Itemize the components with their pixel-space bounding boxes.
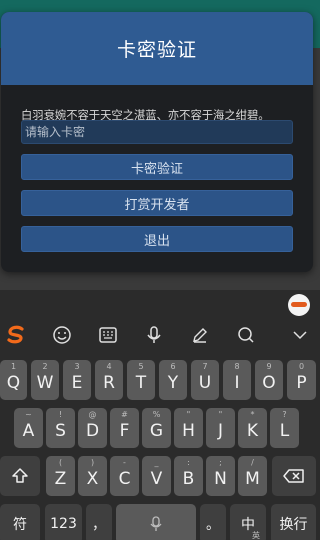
exit-button[interactable]: 退出 [21, 226, 293, 252]
key-p[interactable]: 0P [287, 360, 316, 400]
key-q[interactable]: 1Q [0, 360, 27, 400]
key-z[interactable]: (Z [46, 456, 75, 496]
language-alt-label: 英 [252, 531, 260, 540]
key-a[interactable]: ~ A [14, 408, 43, 448]
key-i[interactable]: 8I [223, 360, 251, 400]
numbers-key[interactable]: 123 [45, 504, 82, 540]
key-h[interactable]: " H [174, 408, 203, 448]
verify-button[interactable]: 卡密验证 [21, 154, 293, 180]
key-g[interactable]: % G [142, 408, 171, 448]
key-l[interactable]: ? L [270, 408, 299, 448]
key-m[interactable]: / M [238, 456, 267, 496]
card-key-input[interactable] [21, 120, 293, 144]
shift-key[interactable] [0, 456, 40, 496]
key-d[interactable]: @ D [78, 408, 107, 448]
reward-developer-button[interactable]: 打赏开发者 [21, 190, 293, 216]
soft-keyboard: 1Q 2W 3E 4R 5T 6Y 7U 8I 9O 0P ~ A ! S @ D #… [0, 290, 320, 540]
keyboard-icon[interactable] [94, 320, 122, 350]
key-j[interactable]: " J [206, 408, 235, 448]
symbol-key[interactable]: 符 [0, 504, 40, 540]
language-switch-key[interactable]: 中 英 [230, 504, 266, 540]
key-x[interactable]: ) X [78, 456, 107, 496]
space-key[interactable] [116, 504, 196, 540]
shift-icon [12, 468, 28, 483]
key-v[interactable]: _ V [142, 456, 171, 496]
card-verify-dialog: 卡密验证 白羽衰婉不容于天空之湛蓝、亦不容于海之绀碧。 卡密验证 打赏开发者 退… [1, 12, 313, 272]
key-y[interactable]: 6Y [159, 360, 187, 400]
backspace-key[interactable] [272, 456, 316, 496]
key-k[interactable]: * K [238, 408, 267, 448]
period-key[interactable]: 。 [200, 504, 226, 540]
key-e[interactable]: 3E [63, 360, 91, 400]
search-icon[interactable] [232, 320, 260, 350]
keyboard-mascot-icon[interactable] [288, 294, 310, 316]
key-r[interactable]: 4R [95, 360, 123, 400]
key-u[interactable]: 7U [191, 360, 219, 400]
sogou-logo-icon[interactable] [2, 320, 30, 350]
key-s[interactable]: ! S [46, 408, 75, 448]
key-c[interactable]: -C [110, 456, 139, 496]
dialog-title: 卡密验证 [116, 39, 197, 61]
microphone-icon [150, 516, 162, 531]
chevron-down-icon[interactable] [286, 320, 314, 350]
key-w[interactable]: 2W [31, 360, 59, 400]
backspace-icon [283, 469, 304, 483]
dialog-header: 卡密验证 [1, 12, 313, 85]
comma-key[interactable]: ， [86, 504, 112, 540]
keyboard-toolbar [0, 320, 320, 352]
key-t[interactable]: 5T [127, 360, 155, 400]
key-n[interactable]: ; N [206, 456, 235, 496]
key-o[interactable]: 9O [255, 360, 283, 400]
key-f[interactable]: # F [110, 408, 139, 448]
microphone-icon[interactable] [140, 320, 168, 350]
enter-key[interactable]: 换行 [271, 504, 316, 540]
key-b[interactable]: :B [174, 456, 203, 496]
pen-icon[interactable] [186, 320, 214, 350]
emoji-icon[interactable] [48, 320, 76, 350]
